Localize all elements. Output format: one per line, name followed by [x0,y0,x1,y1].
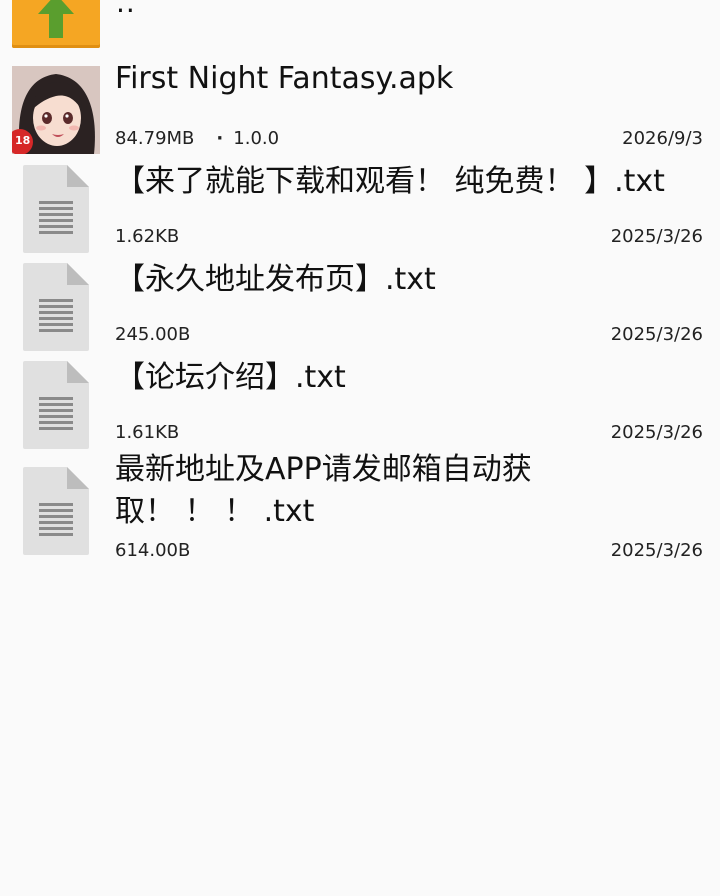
file-size: 84.79MB [115,128,195,149]
list-item-txt[interactable]: 【永久地址发布页】.txt 245.00B 2025/3/26 [0,255,720,353]
list-item-apk[interactable]: 18 First Night Fantasy.apk 84.79MB · 1.0.0… [0,58,720,157]
file-date: 2025/3/26 [610,540,703,561]
file-date: 2025/3/26 [610,422,703,443]
file-name: First Night Fantasy.apk [115,61,454,96]
list-item-txt[interactable]: 【论坛介绍】.txt 1.61KB 2025/3/26 [0,353,720,451]
list-item-txt[interactable]: 最新地址及APP请发邮箱自动获取！ ！ ！ .txt 614.00B 2025/… [0,451,720,567]
text-file-icon [23,165,89,253]
folder-up-arrow-icon [12,0,100,48]
text-file-icon [23,263,89,351]
file-meta: 84.79MB · 1.0.0 [115,128,279,149]
file-name: 【论坛介绍】.txt [115,360,346,395]
text-file-icon [23,467,89,555]
list-item-txt[interactable]: 【来了就能下载和观看！ 纯免费！ 】.txt 1.62KB 2025/3/26 [0,157,720,255]
app-icon: 18 [12,66,100,154]
file-size: 1.62KB [115,226,180,247]
file-size: 245.00B [115,324,191,345]
file-size: 1.61KB [115,422,180,443]
file-date: 2025/3/26 [610,324,703,345]
age-rating-badge: 18 [15,134,31,147]
file-size: 614.00B [115,540,191,561]
file-name: 最新地址及APP请发邮箱自动获取！ ！ ！ .txt [115,452,532,529]
file-date: 2026/9/3 [622,128,703,149]
file-name: 【永久地址发布页】.txt [115,262,436,297]
file-date: 2025/3/26 [610,226,703,247]
parent-directory-label: .. [116,0,136,19]
text-file-icon [23,361,89,449]
file-list: .. 18 First Night Fantasy.apk 84.79MB · … [0,0,720,567]
separator-dot: · [216,128,224,149]
parent-directory-item[interactable]: .. [0,0,720,58]
file-name: 【来了就能下载和观看！ 纯免费！ 】.txt [115,164,665,199]
app-version: 1.0.0 [233,128,280,149]
